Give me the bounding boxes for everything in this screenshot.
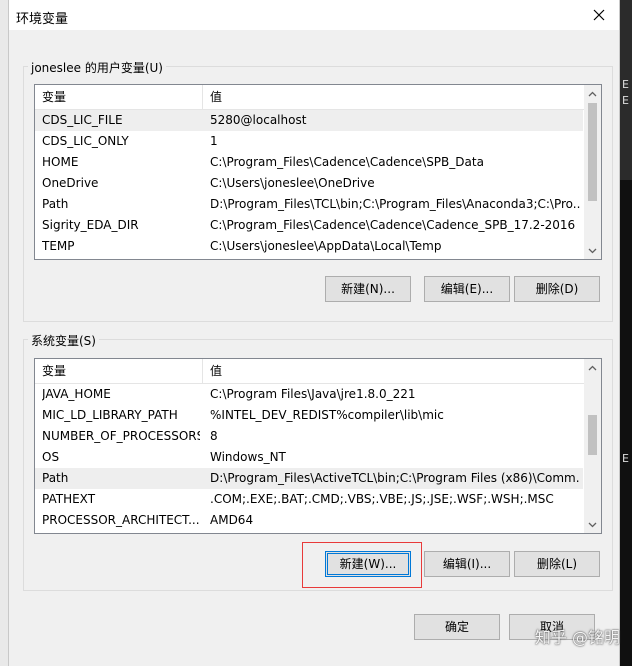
variable-value: AMD64 — [210, 513, 254, 527]
title-bar: 环境变量 — [9, 0, 619, 30]
close-icon — [593, 9, 605, 21]
variable-name: TEMP — [42, 239, 75, 253]
variable-name: JAVA_HOME — [42, 387, 111, 401]
background-text: E — [622, 78, 629, 91]
table-row[interactable]: OS Windows_NT — [35, 447, 583, 468]
variable-value: C:\Program_Files\Cadence\Cadence\Cadence… — [210, 218, 576, 232]
vertical-scrollbar[interactable] — [584, 359, 601, 533]
vertical-scrollbar[interactable] — [584, 85, 601, 259]
variable-value: Windows_NT — [210, 450, 286, 464]
background-text: E — [622, 452, 629, 465]
variable-name: MIC_LD_LIBRARY_PATH — [42, 408, 178, 422]
variable-name: Path — [42, 197, 69, 211]
background-text: E — [622, 94, 629, 107]
ok-button[interactable]: 确定 — [414, 614, 500, 640]
variable-value: .COM;.EXE;.BAT;.CMD;.VBS;.VBE;.JS;.JSE;.… — [210, 492, 554, 506]
variable-value: C:\Users\joneslee\AppData\Local\Temp — [210, 239, 442, 253]
column-header-value[interactable]: 值 — [203, 359, 583, 383]
system-delete-button[interactable]: 删除(L) — [514, 551, 600, 577]
chevron-down-icon — [588, 522, 597, 527]
table-row[interactable]: HOME C:\Program_Files\Cadence\Cadence\SP… — [35, 152, 583, 173]
variable-name: OS — [42, 450, 60, 464]
variable-name: PROCESSOR_ARCHITECT... — [42, 513, 200, 527]
variable-value: D:\Program_Files\ActiveTCL\bin;C:\Progra… — [210, 471, 580, 485]
table-row[interactable]: NUMBER_OF_PROCESSORS 8 — [35, 426, 583, 447]
user-variables-list[interactable]: 变量 值 CDS_LIC_FILE 5280@localhost CDS_LIC… — [34, 84, 602, 260]
table-row[interactable]: PROCESSOR_ARCHITECT... AMD64 — [35, 510, 583, 531]
environment-variables-dialog: 环境变量 joneslee 的用户变量(U) 变量 值 CDS_LIC_FILE… — [8, 0, 620, 666]
chevron-up-icon — [588, 365, 597, 370]
variable-value: C:\Program Files\Java\jre1.8.0_221 — [210, 387, 416, 401]
system-edit-button[interactable]: 编辑(I)... — [424, 551, 510, 577]
table-row[interactable]: TEMP C:\Users\joneslee\AppData\Local\Tem… — [35, 236, 583, 257]
variable-value: 5280@localhost — [210, 113, 307, 127]
chevron-up-icon — [588, 91, 597, 96]
window-title: 环境变量 — [16, 12, 69, 27]
system-variables-list[interactable]: 变量 值 JAVA_HOME C:\Program Files\Java\jre… — [34, 358, 602, 534]
table-row[interactable]: Path D:\Program_Files\TCL\bin;C:\Program… — [35, 194, 583, 215]
background-window-right: E E E — [618, 0, 632, 666]
chevron-down-icon — [588, 248, 597, 253]
system-variables-label: 系统变量(S) — [28, 332, 99, 349]
list-header: 变量 值 — [35, 359, 601, 384]
variable-name: HOME — [42, 155, 79, 169]
variable-name: OneDrive — [42, 176, 99, 190]
system-new-button[interactable]: 新建(W)... — [325, 551, 411, 577]
variable-value: 8 — [210, 429, 218, 443]
user-edit-button[interactable]: 编辑(E)... — [424, 276, 510, 302]
variable-name: Sigrity_EDA_DIR — [42, 218, 139, 232]
column-header-value[interactable]: 值 — [203, 85, 583, 109]
table-row[interactable]: Sigrity_EDA_DIR C:\Program_Files\Cadence… — [35, 215, 583, 236]
user-variables-label: joneslee 的用户变量(U) — [28, 59, 166, 76]
scroll-up-button[interactable] — [584, 359, 601, 376]
table-row[interactable]: CDS_LIC_ONLY 1 — [35, 131, 583, 152]
variable-name: PATHEXT — [42, 492, 96, 506]
variable-value: 1 — [210, 134, 218, 148]
variable-name: Path — [42, 471, 69, 485]
watermark: 知乎 @铭明 — [534, 628, 620, 647]
column-header-variable[interactable]: 变量 — [35, 85, 203, 109]
table-row[interactable]: CDS_LIC_FILE 5280@localhost — [35, 110, 583, 131]
user-delete-button[interactable]: 删除(D) — [514, 276, 600, 302]
variable-name: CDS_LIC_FILE — [42, 113, 123, 127]
table-row[interactable]: MIC_LD_LIBRARY_PATH %INTEL_DEV_REDIST%co… — [35, 405, 583, 426]
scrollbar-thumb[interactable] — [588, 103, 597, 201]
variable-name: CDS_LIC_ONLY — [42, 134, 129, 148]
table-row[interactable]: OneDrive C:\Users\joneslee\OneDrive — [35, 173, 583, 194]
variable-value: C:\Users\joneslee\OneDrive — [210, 176, 375, 190]
scroll-up-button[interactable] — [584, 85, 601, 102]
variable-value: %INTEL_DEV_REDIST%compiler\lib\mic — [210, 408, 444, 422]
variable-value: C:\Program_Files\Cadence\Cadence\SPB_Dat… — [210, 155, 484, 169]
list-header: 变量 值 — [35, 85, 601, 110]
scrollbar-thumb[interactable] — [588, 415, 597, 455]
variable-name: NUMBER_OF_PROCESSORS — [42, 429, 200, 443]
table-row[interactable]: Path D:\Program_Files\ActiveTCL\bin;C:\P… — [35, 468, 583, 489]
scroll-down-button[interactable] — [584, 516, 601, 533]
table-row[interactable]: PATHEXT .COM;.EXE;.BAT;.CMD;.VBS;.VBE;.J… — [35, 489, 583, 510]
close-button[interactable] — [579, 0, 619, 30]
user-new-button[interactable]: 新建(N)... — [325, 276, 411, 302]
column-header-variable[interactable]: 变量 — [35, 359, 203, 383]
variable-value: D:\Program_Files\TCL\bin;C:\Program_File… — [210, 197, 580, 211]
scroll-down-button[interactable] — [584, 242, 601, 259]
table-row[interactable]: JAVA_HOME C:\Program Files\Java\jre1.8.0… — [35, 384, 583, 405]
